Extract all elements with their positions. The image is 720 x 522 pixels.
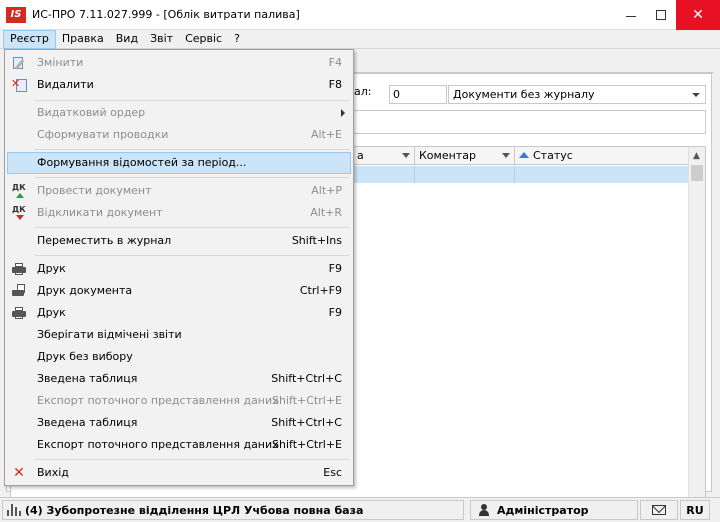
menu-item-print-no-choice[interactable]: Друк без вибору	[7, 346, 351, 368]
menu-view[interactable]: Вид	[110, 30, 144, 49]
menu-item-recall-document[interactable]: ДК Відкликати документ Alt+R	[7, 202, 351, 224]
menu-item-move-to-journal[interactable]: Переместить в журнал Shift+Ins	[7, 230, 351, 252]
window-title: ИС-ПРО 7.11.027.999 - [Облік витрати пал…	[32, 8, 300, 21]
printer-icon	[11, 305, 27, 321]
vertical-scrollbar[interactable]: ▲	[688, 147, 705, 519]
status-organization: (4) Зубопротезне відділення ЦРЛ Учбова п…	[2, 500, 464, 520]
status-bar: (4) Зубопротезне відділення ЦРЛ Учбова п…	[0, 497, 720, 522]
close-icon: ✕	[692, 7, 704, 23]
column-filter-icon	[502, 153, 510, 158]
menu-item-change[interactable]: Змінити F4	[7, 52, 351, 74]
journal-select-value: Документи без журналу	[453, 88, 595, 101]
journal-number-field[interactable]: 0	[389, 85, 447, 104]
menu-item-delete[interactable]: Видалити F8	[7, 74, 351, 96]
chevron-down-icon	[692, 93, 700, 97]
menu-separator	[35, 100, 349, 101]
menu-edit[interactable]: Правка	[56, 30, 110, 49]
maximize-button[interactable]	[646, 0, 676, 30]
mail-button[interactable]	[640, 500, 678, 520]
menu-bar: Реєстр Правка Вид Звіт Сервіс ?	[0, 29, 720, 49]
menu-separator	[35, 149, 349, 150]
close-button[interactable]: ✕	[676, 0, 720, 30]
column-filter-icon	[402, 153, 410, 158]
menu-separator	[35, 227, 349, 228]
language-indicator[interactable]: RU	[680, 500, 710, 520]
menu-item-expense-order[interactable]: Видатковий ордер	[7, 102, 351, 124]
organization-icon	[7, 504, 21, 516]
column-header-comment[interactable]: Коментар	[415, 147, 515, 165]
menu-separator	[35, 177, 349, 178]
print-document-icon	[11, 283, 27, 299]
table-cell	[415, 166, 515, 183]
registry-dropdown-menu: Змінити F4 Видалити F8 Видатковий ордер …	[4, 49, 354, 486]
menu-item-pivot-table-2[interactable]: Зведена таблиця Shift+Ctrl+C	[7, 412, 351, 434]
scroll-up-icon: ▲	[693, 151, 700, 161]
menu-item-form-statements[interactable]: Формування відомостей за період...	[7, 152, 351, 174]
menu-item-post-document[interactable]: ДК Провести документ Alt+P	[7, 180, 351, 202]
menu-item-export-view-2[interactable]: Експорт поточного представлення даних Sh…	[7, 434, 351, 456]
user-icon	[479, 504, 489, 516]
menu-item-exit[interactable]: ✕ Вихід Esc	[7, 462, 351, 484]
table-cell	[515, 166, 689, 183]
submenu-arrow-icon	[341, 109, 345, 117]
menu-help[interactable]: ?	[228, 30, 246, 49]
minimize-button[interactable]	[616, 0, 646, 30]
exit-icon: ✕	[13, 465, 25, 481]
edit-icon	[11, 55, 27, 71]
scrollbar-thumb[interactable]	[691, 165, 703, 181]
menu-item-print-document[interactable]: Друк документа Ctrl+F9	[7, 280, 351, 302]
mail-icon	[652, 505, 666, 515]
post-document-icon: ДК	[11, 183, 27, 199]
menu-item-print[interactable]: Друк F9	[7, 258, 351, 280]
menu-item-export-view[interactable]: Експорт поточного представлення даних Sh…	[7, 390, 351, 412]
menu-item-print-2[interactable]: Друк F9	[7, 302, 351, 324]
recall-document-icon: ДК	[11, 205, 27, 221]
app-logo-icon: IS	[6, 6, 26, 23]
status-user: Адміністратор	[470, 500, 638, 520]
menu-report[interactable]: Звіт	[144, 30, 179, 49]
menu-separator	[35, 459, 349, 460]
sort-ascending-icon	[519, 152, 529, 158]
column-header-status[interactable]: Статус	[515, 147, 689, 165]
journal-label: ал:	[354, 85, 372, 98]
window-controls: ✕	[616, 0, 720, 30]
menu-registry[interactable]: Реєстр	[3, 29, 56, 49]
menu-item-pivot-table[interactable]: Зведена таблиця Shift+Ctrl+C	[7, 368, 351, 390]
menu-item-save-marked-reports[interactable]: Зберігати відмічені звіти	[7, 324, 351, 346]
printer-icon	[11, 261, 27, 277]
title-bar: IS ИС-ПРО 7.11.027.999 - [Облік витрати …	[0, 0, 720, 30]
menu-item-form-postings[interactable]: Сформувати проводки Alt+E	[7, 124, 351, 146]
menu-separator	[35, 255, 349, 256]
delete-icon	[11, 77, 27, 93]
journal-select[interactable]: Документи без журналу	[448, 85, 706, 104]
minimize-icon	[626, 15, 636, 17]
maximize-icon	[656, 10, 666, 20]
menu-service[interactable]: Сервіс	[179, 30, 228, 49]
